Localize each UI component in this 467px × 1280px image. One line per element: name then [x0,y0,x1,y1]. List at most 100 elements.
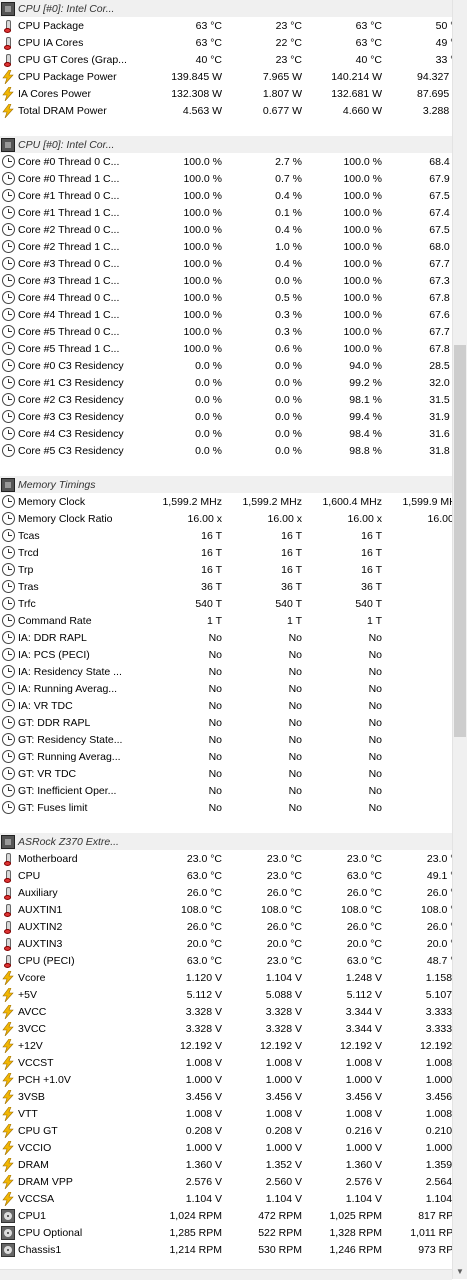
sensor-row[interactable]: Core #1 C3 Residency 0.0 % 0.0 % 99.2 % 32.0… [0,374,462,391]
current-value: 100.0 % [183,206,222,219]
sensor-row[interactable]: +12V 12.192 V 12.192 V 12.192 V 12.192 V [0,1037,462,1054]
sensor-row[interactable]: CPU GT Cores (Grap... 40 °C 23 °C 40 °C 33 °… [0,51,462,68]
min-value: 23.0 °C [266,869,302,882]
sensor-row[interactable]: GT: DDR RAPL No No No [0,714,452,731]
sensor-row[interactable]: VCCST 1.008 V 1.008 V 1.008 V 1.008 V [0,1054,462,1071]
sensor-row[interactable]: Auxiliary 26.0 °C 26.0 °C 26.0 °C 26.0 °C [0,884,462,901]
sensor-row[interactable]: AUXTIN2 26.0 °C 26.0 °C 26.0 °C 26.0 °C [0,918,462,935]
max-value: 63 °C [355,36,382,49]
sensor-row[interactable]: CPU (PECI) 63.0 °C 23.0 °C 63.0 °C 48.7 °C [0,952,462,969]
sensor-row[interactable]: Core #3 Thread 0 C... 100.0 % 0.4 % 100.0 %… [0,255,462,272]
vertical-scrollbar[interactable]: ▼ [452,0,467,1279]
sensor-row[interactable]: Core #2 C3 Residency 0.0 % 0.0 % 98.1 % 31.5… [0,391,462,408]
sensor-row[interactable]: CPU1 1,024 RPM 472 RPM 1,025 RPM 817 RPM [0,1207,462,1224]
max-value: 1.008 V [345,1107,382,1120]
sensor-row[interactable]: AVCC 3.328 V 3.328 V 3.344 V 3.333 V [0,1003,462,1020]
sensor-label: AUXTIN3 [18,937,63,950]
sensor-row[interactable]: Core #1 Thread 0 C... 100.0 % 0.4 % 100.0 %… [0,187,462,204]
min-value: 23 °C [275,53,302,66]
sensor-row[interactable]: Chassis1 1,214 RPM 530 RPM 1,246 RPM 973 RPM [0,1241,462,1258]
sensor-row[interactable]: Core #0 Thread 0 C... 100.0 % 2.7 % 100.0 %… [0,153,462,170]
sensor-row[interactable]: Memory Clock Ratio 16.00 x 16.00 x 16.00 x 1… [0,510,462,527]
current-value: 139.845 W [171,70,222,83]
sensor-row[interactable]: 3VCC 3.328 V 3.328 V 3.344 V 3.333 V [0,1020,462,1037]
section-header[interactable]: ASRock Z370 Extre... [0,833,452,850]
sensor-row[interactable]: CPU 63.0 °C 23.0 °C 63.0 °C 49.1 °C [0,867,462,884]
sensor-label: AUXTIN1 [18,903,63,916]
sensor-row[interactable]: GT: Running Averag... No No No [0,748,452,765]
sensor-row[interactable]: IA: PCS (PECI) No No No [0,646,452,663]
scroll-down-arrow-icon[interactable]: ▼ [453,1265,467,1279]
sensor-row[interactable]: VTT 1.008 V 1.008 V 1.008 V 1.008 V [0,1105,462,1122]
current-value: No [208,682,222,695]
sensor-row[interactable]: DRAM 1.360 V 1.352 V 1.360 V 1.359 V [0,1156,462,1173]
current-value: 1,285 RPM [169,1226,222,1239]
sensor-row[interactable]: CPU IA Cores 63 °C 22 °C 63 °C 49 °C [0,34,462,51]
sensor-row[interactable]: CPU Optional 1,285 RPM 522 RPM 1,328 RPM 1,0… [0,1224,462,1241]
sensor-row[interactable]: GT: Fuses limit No No No [0,799,452,816]
current-value: 108.0 °C [181,903,222,916]
sensor-row[interactable]: CPU Package Power 139.845 W 7.965 W 140.214… [0,68,462,85]
sensor-row[interactable]: IA: Residency State ... No No No [0,663,452,680]
sensor-row[interactable]: Motherboard 23.0 °C 23.0 °C 23.0 °C 23.0 °C [0,850,462,867]
sensor-row[interactable]: Tras 36 T 36 T 36 T [0,578,452,595]
sensor-row[interactable]: Core #4 C3 Residency 0.0 % 0.0 % 98.4 % 31.6… [0,425,462,442]
sensor-row[interactable]: Core #5 Thread 1 C... 100.0 % 0.6 % 100.0 %… [0,340,462,357]
section-header[interactable]: CPU [#0]: Intel Cor... [0,0,452,17]
sensor-row[interactable]: Trp 16 T 16 T 16 T [0,561,452,578]
current-value: 16.00 x [187,512,222,525]
sensor-row[interactable]: +5V 5.112 V 5.088 V 5.112 V 5.107 V [0,986,462,1003]
section-header[interactable]: CPU [#0]: Intel Cor... [0,136,452,153]
sensor-row[interactable]: Trfc 540 T 540 T 540 T [0,595,452,612]
sensor-row[interactable]: IA Cores Power 132.308 W 1.807 W 132.681 W 8… [0,85,462,102]
clock-icon [2,665,15,678]
sensor-row[interactable]: IA: DDR RAPL No No No [0,629,452,646]
sensor-row[interactable]: Core #2 Thread 0 C... 100.0 % 0.4 % 100.0 %… [0,221,462,238]
sensor-row[interactable]: GT: Inefficient Oper... No No No [0,782,452,799]
sensor-row[interactable]: Command Rate 1 T 1 T 1 T [0,612,452,629]
section-header[interactable]: Memory Timings [0,476,452,493]
sensor-row[interactable]: Core #0 Thread 1 C... 100.0 % 0.7 % 100.0 %… [0,170,462,187]
sensor-row[interactable]: GT: Residency State... No No No [0,731,452,748]
sensor-row[interactable]: IA: VR TDC No No No [0,697,452,714]
horizontal-scrollbar[interactable] [0,1269,452,1280]
sensor-label: Tras [18,580,39,593]
sensor-row[interactable]: Core #1 Thread 1 C... 100.0 % 0.1 % 100.0 %… [0,204,462,221]
min-value: 0.0 % [275,410,302,423]
sensor-row[interactable]: Core #2 Thread 1 C... 100.0 % 1.0 % 100.0 %… [0,238,462,255]
min-value: 0.0 % [275,274,302,287]
sensor-row[interactable]: CPU GT 0.208 V 0.208 V 0.216 V 0.210 V [0,1122,462,1139]
sensor-row[interactable]: Core #4 Thread 0 C... 100.0 % 0.5 % 100.0 %… [0,289,462,306]
max-value: 23.0 °C [346,852,382,865]
sensor-row[interactable]: 3VSB 3.456 V 3.456 V 3.456 V 3.456 V [0,1088,462,1105]
sensor-row[interactable]: Core #3 Thread 1 C... 100.0 % 0.0 % 100.0 %… [0,272,462,289]
sensor-row[interactable]: VCCSA 1.104 V 1.104 V 1.104 V 1.104 V [0,1190,462,1207]
sensor-row[interactable]: IA: Running Averag... No No No [0,680,452,697]
sensor-row[interactable]: Core #0 C3 Residency 0.0 % 0.0 % 94.0 % 28.5… [0,357,462,374]
sensor-row[interactable]: Tcas 16 T 16 T 16 T [0,527,452,544]
sensor-row[interactable]: VCCIO 1.000 V 1.000 V 1.000 V 1.000 V [0,1139,462,1156]
sensor-row[interactable]: Core #5 Thread 0 C... 100.0 % 0.3 % 100.0 %… [0,323,462,340]
sensor-row[interactable]: Vcore 1.120 V 1.104 V 1.248 V 1.158 V [0,969,462,986]
current-value: 16 T [201,563,222,576]
sensor-row[interactable]: Memory Clock 1,599.2 MHz 1,599.2 MHz 1,600.… [0,493,462,510]
clock-icon [2,155,15,168]
sensor-row[interactable]: Total DRAM Power 4.563 W 0.677 W 4.660 W 3.2… [0,102,462,119]
sensor-row[interactable]: GT: VR TDC No No No [0,765,452,782]
sensor-row[interactable]: PCH +1.0V 1.000 V 1.000 V 1.000 V 1.000 V [0,1071,462,1088]
clock-icon [2,512,15,525]
sensor-row[interactable]: DRAM VPP 2.576 V 2.560 V 2.576 V 2.564 V [0,1173,462,1190]
min-value: 0.4 % [275,189,302,202]
sensor-row[interactable]: AUXTIN1 108.0 °C 108.0 °C 108.0 °C 108.0 °C [0,901,462,918]
max-value: 100.0 % [343,240,382,253]
sensor-row[interactable]: AUXTIN3 20.0 °C 20.0 °C 20.0 °C 20.0 °C [0,935,462,952]
sensor-row[interactable]: Core #5 C3 Residency 0.0 % 0.0 % 98.8 % 31.8… [0,442,462,459]
sensor-label: Total DRAM Power [18,104,107,117]
sensor-row[interactable]: CPU Package 63 °C 23 °C 63 °C 50 °C [0,17,462,34]
scrollbar-thumb[interactable] [454,345,466,737]
current-value: No [208,801,222,814]
sensor-row[interactable]: Core #3 C3 Residency 0.0 % 0.0 % 99.4 % 31.9… [0,408,462,425]
sensor-row[interactable]: Core #4 Thread 1 C... 100.0 % 0.3 % 100.0 %… [0,306,462,323]
sensor-row[interactable]: Trcd 16 T 16 T 16 T [0,544,452,561]
